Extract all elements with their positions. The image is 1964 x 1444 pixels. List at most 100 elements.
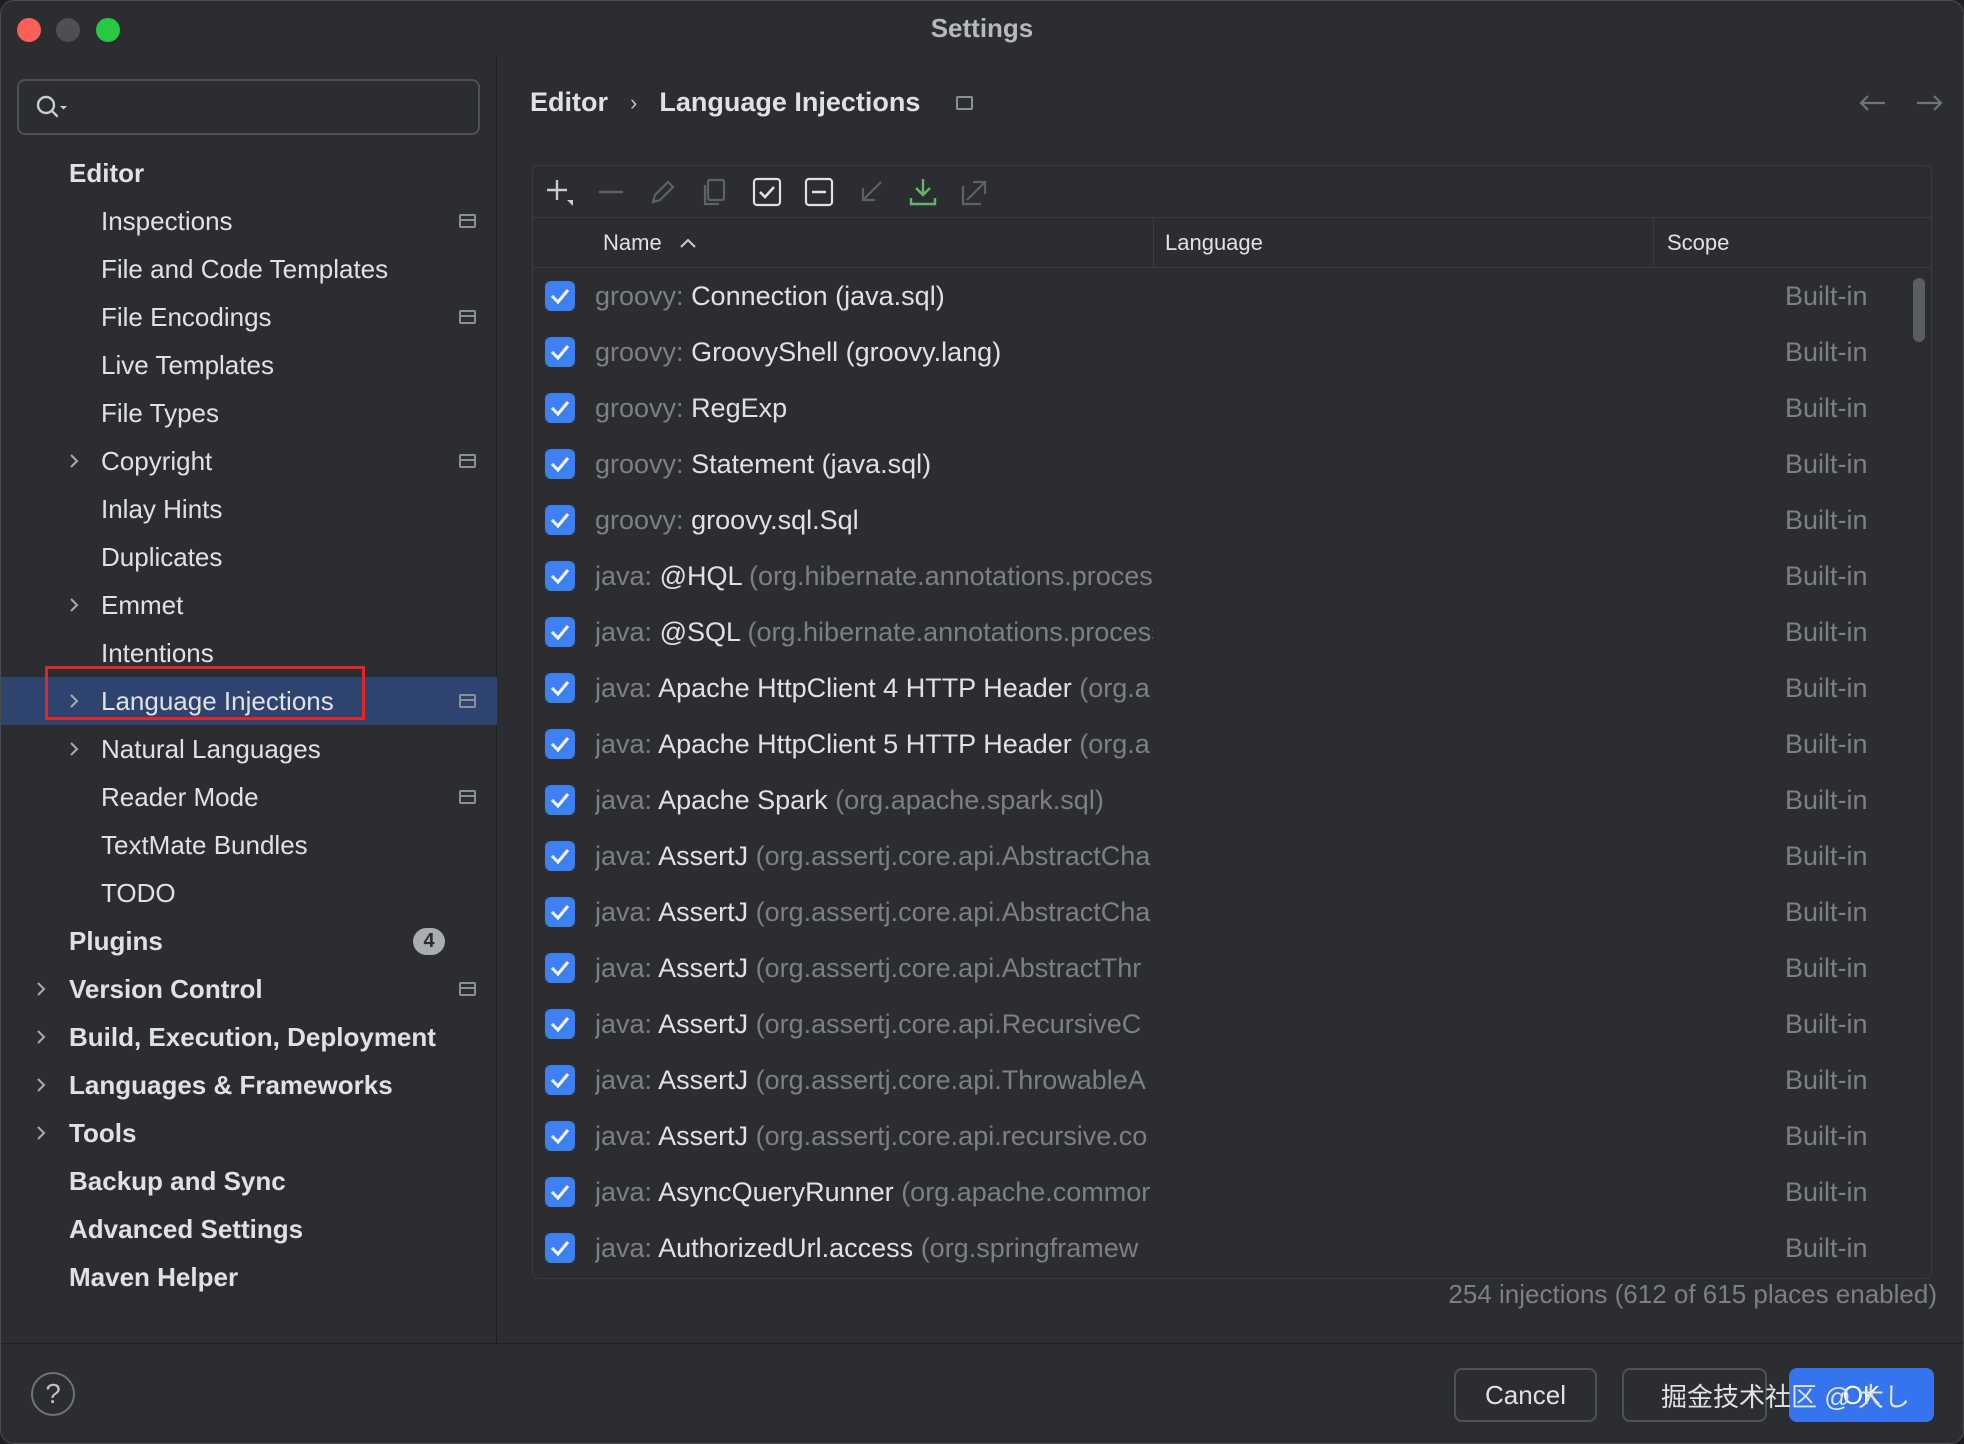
export-icon[interactable]	[959, 176, 991, 208]
project-settings-icon	[956, 95, 974, 110]
sidebar-item-tools[interactable]: Tools	[1, 1109, 497, 1157]
table-row[interactable]: java: AssertJ (org.assertj.core.api.Thro…	[533, 1052, 1931, 1108]
table-row[interactable]: groovy: RegExpRegExp Built-in	[533, 380, 1931, 436]
download-icon[interactable]	[907, 176, 939, 208]
chevron-right-icon[interactable]	[31, 1075, 51, 1095]
enabled-checkbox[interactable]	[545, 1009, 575, 1039]
table-row[interactable]: java: @HQL (org.hibernate.annotations.pr…	[533, 548, 1931, 604]
chevron-right-icon[interactable]	[64, 451, 84, 471]
sidebar-item-natural-languages[interactable]: Natural Languages	[1, 725, 497, 773]
enabled-checkbox[interactable]	[545, 337, 575, 367]
enabled-checkbox[interactable]	[545, 1065, 575, 1095]
table-row[interactable]: groovy: Statement (java.sql)SQLBuilt-in	[533, 436, 1931, 492]
enabled-checkbox[interactable]	[545, 785, 575, 815]
edit-icon[interactable]	[647, 176, 679, 208]
chevron-right-icon[interactable]	[64, 739, 84, 759]
chevron-right-icon[interactable]	[64, 595, 84, 615]
table-row[interactable]: java: Apache HttpClient 5 HTTP Header (o…	[533, 716, 1931, 772]
sidebar-item-file-encodings[interactable]: File Encodings	[1, 293, 497, 341]
sidebar-item-copyright[interactable]: Copyright	[1, 437, 497, 485]
table-row[interactable]: java: AssertJ (org.assertj.core.api.Abst…	[533, 940, 1931, 996]
table-row[interactable]: java: AssertJ (org.assertj.core.api.Recu…	[533, 996, 1931, 1052]
enabled-checkbox[interactable]	[545, 393, 575, 423]
injection-scope: Built-in	[1785, 953, 1868, 983]
enabled-checkbox[interactable]	[545, 953, 575, 983]
sidebar-item-reader-mode[interactable]: Reader Mode	[1, 773, 497, 821]
table-row[interactable]: groovy: groovy.sql.SqlSQLBuilt-in	[533, 492, 1931, 548]
chevron-right-icon[interactable]	[31, 1027, 51, 1047]
column-divider[interactable]	[1153, 218, 1154, 268]
remove-icon[interactable]	[595, 176, 627, 208]
back-arrow-icon[interactable]	[1857, 93, 1887, 113]
add-icon[interactable]	[543, 176, 575, 208]
table-row[interactable]: groovy: GroovyShell (groovy.lang)GroovyB…	[533, 324, 1931, 380]
enabled-checkbox[interactable]	[545, 561, 575, 591]
enabled-checkbox[interactable]	[545, 673, 575, 703]
enabled-checkbox[interactable]	[545, 505, 575, 535]
sidebar-item-emmet[interactable]: Emmet	[1, 581, 497, 629]
sidebar-item-plugins[interactable]: Plugins 4	[1, 917, 497, 965]
checkmark-icon	[550, 625, 570, 641]
enabled-checkbox[interactable]	[545, 1177, 575, 1207]
copy-icon[interactable]	[699, 176, 731, 208]
column-language-header[interactable]: Language	[1165, 218, 1263, 268]
enabled-checkbox[interactable]	[545, 281, 575, 311]
sidebar-item-maven-helper[interactable]: Maven Helper	[1, 1253, 497, 1301]
table-scrollbar[interactable]	[1913, 278, 1925, 342]
injection-target: AssertJ	[658, 1009, 749, 1039]
help-button[interactable]: ?	[31, 1372, 75, 1416]
sidebar-item-textmate-bundles[interactable]: TextMate Bundles	[1, 821, 497, 869]
sidebar-item-live-templates[interactable]: Live Templates	[1, 341, 497, 389]
column-name-header[interactable]: Name	[603, 218, 698, 268]
search-input[interactable]	[17, 79, 480, 135]
sidebar-item-inspections[interactable]: Inspections	[1, 197, 497, 245]
enabled-checkbox[interactable]	[545, 729, 575, 759]
table-row[interactable]: java: Apache Spark (org.apache.spark.sql…	[533, 772, 1931, 828]
project-settings-icon	[459, 694, 476, 708]
injection-scope: Built-in	[1785, 393, 1868, 423]
injections-panel: Name Language Scope groovy: Connection (…	[532, 165, 1932, 1279]
enabled-checkbox[interactable]	[545, 841, 575, 871]
sidebar-item-file-types[interactable]: File Types	[1, 389, 497, 437]
table-row[interactable]: java: AsyncQueryRunner (org.apache.commo…	[533, 1164, 1931, 1220]
enabled-checkbox[interactable]	[545, 617, 575, 647]
enabled-checkbox[interactable]	[545, 1233, 575, 1263]
table-row[interactable]: java: AuthorizedUrl.access (org.springfr…	[533, 1220, 1931, 1276]
breadcrumb-parent[interactable]: Editor	[530, 87, 608, 118]
chevron-right-icon[interactable]	[64, 691, 84, 711]
column-scope-header[interactable]: Scope	[1667, 218, 1729, 268]
table-row[interactable]: java: Apache HttpClient 4 HTTP Header (o…	[533, 660, 1931, 716]
injection-scope: Built-in	[1785, 841, 1868, 871]
enabled-checkbox[interactable]	[545, 1121, 575, 1151]
chevron-right-icon[interactable]	[31, 1123, 51, 1143]
enabled-checkbox[interactable]	[545, 897, 575, 927]
sidebar-item-duplicates[interactable]: Duplicates	[1, 533, 497, 581]
checkmark-icon	[550, 1017, 570, 1033]
column-divider[interactable]	[1653, 218, 1654, 268]
cancel-button[interactable]: Cancel	[1454, 1368, 1597, 1422]
sidebar-item-backup-and-sync[interactable]: Backup and Sync	[1, 1157, 497, 1205]
table-row[interactable]: java: @SQL (org.hibernate.annotations.pr…	[533, 604, 1931, 660]
table-row[interactable]: java: AssertJ (org.assertj.core.api.recu…	[533, 1108, 1931, 1164]
chevron-right-icon[interactable]	[31, 979, 51, 999]
sidebar-item-inlay-hints[interactable]: Inlay Hints	[1, 485, 497, 533]
table-row[interactable]: java: AssertJ (org.assertj.core.api.Abst…	[533, 884, 1931, 940]
injection-host-language: java:	[595, 1121, 653, 1151]
sidebar-item-language-injections[interactable]: Language Injections	[1, 677, 497, 725]
sidebar-item-todo[interactable]: TODO	[1, 869, 497, 917]
sidebar-item-languages-frameworks[interactable]: Languages & Frameworks	[1, 1061, 497, 1109]
sidebar-item-file-and-code-templates[interactable]: File and Code Templates	[1, 245, 497, 293]
sidebar-item-editor[interactable]: Editor	[1, 149, 497, 197]
table-row[interactable]: groovy: Connection (java.sql)SQLBuilt-in	[533, 268, 1931, 324]
table-row[interactable]: java: AssertJ (org.assertj.core.api.Abst…	[533, 828, 1931, 884]
enable-all-icon[interactable]	[751, 176, 783, 208]
disable-all-icon[interactable]	[803, 176, 835, 208]
sidebar-item-advanced-settings[interactable]: Advanced Settings	[1, 1205, 497, 1253]
import-icon[interactable]	[855, 176, 887, 208]
sidebar-item-build-execution-deployment[interactable]: Build, Execution, Deployment	[1, 1013, 497, 1061]
enabled-checkbox[interactable]	[545, 449, 575, 479]
forward-arrow-icon[interactable]	[1915, 93, 1945, 113]
injection-scope: Built-in	[1785, 1177, 1868, 1207]
sidebar-item-intentions[interactable]: Intentions	[1, 629, 497, 677]
sidebar-item-version-control[interactable]: Version Control	[1, 965, 497, 1013]
